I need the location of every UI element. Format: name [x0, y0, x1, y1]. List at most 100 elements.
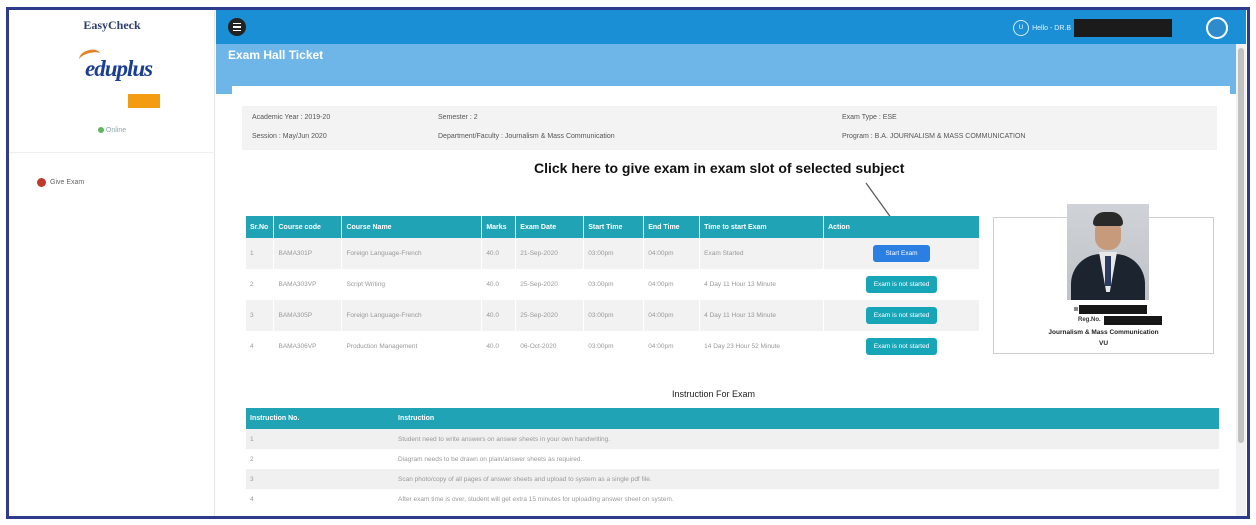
- page-scrollbar[interactable]: [1236, 44, 1246, 516]
- cell-code: BAMA306VP: [273, 331, 343, 362]
- cell-marks: 40.0: [481, 238, 517, 269]
- session: Session : May/Jun 2020: [252, 133, 327, 140]
- cell-marks: 40.0: [481, 331, 517, 362]
- semester: Semester : 2: [438, 114, 478, 121]
- user-avatar[interactable]: [1206, 17, 1228, 39]
- instruction-text: Diagram needs to be drawn on plain/answe…: [394, 449, 1219, 469]
- col-header: Exam Date: [515, 216, 585, 238]
- instruction-no: 1: [246, 429, 394, 449]
- cell-start: 03:00pm: [583, 300, 645, 331]
- cell-marks: 40.0: [481, 269, 517, 300]
- academic-year: Academic Year : 2019-20: [252, 114, 331, 121]
- instruction-text: Student need to write answers on answer …: [394, 429, 1219, 449]
- user-greeting: Hello - DR.B: [1032, 24, 1071, 32]
- cell-date: 21-Sep-2020: [515, 238, 585, 269]
- instruction-no: 4: [246, 489, 394, 509]
- table-row: 3 BAMA305P Foreign Language-French 40.0 25-S…: [246, 300, 980, 331]
- menu-toggle-button[interactable]: [228, 18, 246, 36]
- sidebar: EasyCheck eduplus Online Give Exam: [9, 10, 215, 516]
- cell-date: 06-Oct-2020: [515, 331, 585, 362]
- user-initial-badge: U: [1013, 20, 1030, 36]
- sidebar-item-give-exam[interactable]: Give Exam: [37, 178, 84, 187]
- scrollbar-thumb[interactable]: [1238, 48, 1244, 443]
- instructions-title: Instruction For Exam: [672, 389, 756, 399]
- col-header: Instruction No.: [246, 408, 394, 429]
- student-profile-card: Reg.No. Journalism & Mass Communication …: [993, 204, 1214, 354]
- redacted-reg-no: [1104, 316, 1162, 325]
- department: Department/Faculty : Journalism & Mass C…: [438, 133, 615, 140]
- instruction-text: Scan photo/copy of all pages of answer s…: [394, 469, 1219, 489]
- table-header-row: Instruction No. Instruction: [246, 408, 1219, 429]
- instructions-table: Instruction No. Instruction 1 Student nee…: [246, 408, 1219, 509]
- list-item: 2 Diagram needs to be drawn on plain/answ…: [246, 449, 1219, 469]
- instruction-text: After exam time is over, student will ge…: [394, 489, 1219, 509]
- col-header: Instruction: [394, 408, 1219, 429]
- redacted-name-block: [1074, 19, 1172, 37]
- user-menu[interactable]: U Hello - DR.B: [1013, 17, 1228, 39]
- online-status: Online: [9, 127, 215, 134]
- list-item: 4 After exam time is over, student will g…: [246, 489, 1219, 509]
- app-frame: EasyCheck eduplus Online Give Exam U Hel…: [6, 7, 1250, 519]
- program: Program : B.A. JOURNALISM & MASS COMMUNI…: [842, 133, 1026, 140]
- cell-sr: 3: [246, 300, 275, 331]
- col-header: Action: [823, 216, 980, 238]
- table-header-row: Sr.No Course code Course Name Marks Exam…: [246, 216, 980, 238]
- online-dot-icon: [97, 127, 104, 134]
- exam-not-started-button[interactable]: Exam is not started: [865, 307, 938, 324]
- table-row: 2 BAMA303VP Script Writing 40.0 25-Sep-2020 0…: [246, 269, 980, 300]
- cell-code: BAMA303VP: [273, 269, 343, 300]
- instruction-no: 3: [246, 469, 394, 489]
- hamburger-icon: [233, 22, 241, 25]
- start-exam-button[interactable]: Start Exam: [873, 245, 930, 262]
- cell-code: BAMA305P: [273, 300, 343, 331]
- cell-time-left: 4 Day 11 Hour 13 Minute: [699, 269, 825, 300]
- online-label: Online: [105, 127, 127, 134]
- exam-not-started-button[interactable]: Exam is not started: [865, 338, 938, 355]
- col-header: Sr.No: [246, 216, 275, 238]
- top-header: U Hello - DR.B: [216, 10, 1246, 44]
- reg-no-label: Reg.No.: [1078, 317, 1101, 323]
- cell-action: Exam is not started: [823, 300, 980, 331]
- student-photo: [1067, 204, 1149, 300]
- col-header: Time to start Exam: [699, 216, 825, 238]
- student-university: VU: [1098, 340, 1109, 347]
- list-item: 1 Student need to write answers on answer…: [246, 429, 1219, 449]
- cell-sr: 2: [246, 269, 275, 300]
- start-exam-callout: Click here to give exam in exam slot of …: [534, 160, 905, 176]
- col-header: Course code: [273, 216, 343, 238]
- cell-start: 03:00pm: [583, 331, 645, 362]
- cell-action: Exam is not started: [823, 269, 980, 300]
- cell-name: Production Management: [341, 331, 483, 362]
- name-prefix-mark: [1074, 307, 1078, 311]
- exam-schedule-table: Sr.No Course code Course Name Marks Exam…: [246, 216, 980, 362]
- cell-start: 03:00pm: [583, 269, 645, 300]
- exam-icon: [37, 178, 46, 187]
- page-title: Exam Hall Ticket: [228, 48, 324, 62]
- cell-action: Exam is not started: [823, 331, 980, 362]
- cell-start: 03:00pm: [583, 238, 645, 269]
- hall-ticket-panel: Academic Year : 2019-20 Semester : 2 Exa…: [232, 86, 1230, 516]
- cell-name: Script Writing: [341, 269, 483, 300]
- table-row: 4 BAMA306VP Production Management 40.0 06-Oc…: [246, 331, 980, 362]
- photo-tie: [1105, 256, 1111, 286]
- hamburger-icon-line: [233, 29, 241, 32]
- sidebar-divider: [9, 152, 215, 153]
- cell-end: 04:00pm: [643, 331, 701, 362]
- cell-code: BAMA301P: [273, 238, 343, 269]
- instruction-no: 2: [246, 449, 394, 469]
- photo-hair: [1093, 212, 1123, 226]
- cell-sr: 1: [246, 238, 275, 269]
- col-header: Marks: [481, 216, 517, 238]
- cell-action: Start Exam: [823, 238, 980, 269]
- student-department: Journalism & Mass Communication: [1048, 329, 1159, 336]
- cell-time-left: 14 Day 23 Hour 52 Minute: [699, 331, 825, 362]
- cell-name: Foreign Language-French: [341, 300, 483, 331]
- list-item: 3 Scan photo/copy of all pages of answer …: [246, 469, 1219, 489]
- col-header: End Time: [643, 216, 701, 238]
- exam-type: Exam Type : ESE: [842, 114, 897, 121]
- exam-not-started-button[interactable]: Exam is not started: [865, 276, 938, 293]
- cell-date: 25-Sep-2020: [515, 300, 585, 331]
- cell-end: 04:00pm: [643, 238, 701, 269]
- exam-info-box: Academic Year : 2019-20 Semester : 2 Exa…: [242, 106, 1217, 150]
- redacted-student-name: [1079, 305, 1147, 314]
